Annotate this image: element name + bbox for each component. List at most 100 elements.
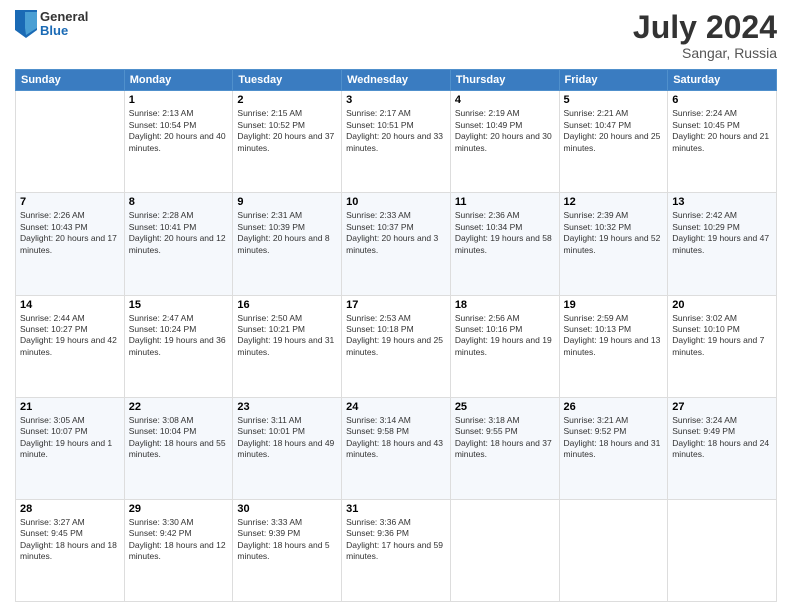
day-number: 4: [455, 94, 555, 106]
header-thursday: Thursday: [450, 70, 559, 91]
day-info: Sunrise: 3:27 AMSunset: 9:45 PMDaylight:…: [20, 517, 120, 563]
day-number: 16: [237, 299, 337, 311]
calendar-cell: 16 Sunrise: 2:50 AMSunset: 10:21 PMDaylig…: [233, 295, 342, 397]
day-info: Sunrise: 3:08 AMSunset: 10:04 PMDaylight…: [129, 415, 229, 461]
title-location: Sangar, Russia: [633, 45, 777, 61]
day-number: 9: [237, 196, 337, 208]
calendar-cell: [668, 499, 777, 601]
calendar-cell: 5 Sunrise: 2:21 AMSunset: 10:47 PMDayligh…: [559, 91, 668, 193]
day-number: 10: [346, 196, 446, 208]
day-number: 1: [129, 94, 229, 106]
day-info: Sunrise: 2:59 AMSunset: 10:13 PMDaylight…: [564, 313, 664, 359]
calendar-cell: 10 Sunrise: 2:33 AMSunset: 10:37 PMDaylig…: [342, 193, 451, 295]
day-number: 19: [564, 299, 664, 311]
calendar-page: General Blue July 2024 Sangar, Russia Su…: [0, 0, 792, 612]
calendar-cell: 19 Sunrise: 2:59 AMSunset: 10:13 PMDaylig…: [559, 295, 668, 397]
day-info: Sunrise: 3:11 AMSunset: 10:01 PMDaylight…: [237, 415, 337, 461]
day-number: 20: [672, 299, 772, 311]
header-saturday: Saturday: [668, 70, 777, 91]
calendar-cell: 9 Sunrise: 2:31 AMSunset: 10:39 PMDayligh…: [233, 193, 342, 295]
day-info: Sunrise: 2:21 AMSunset: 10:47 PMDaylight…: [564, 108, 664, 154]
day-info: Sunrise: 3:14 AMSunset: 9:58 PMDaylight:…: [346, 415, 446, 461]
day-info: Sunrise: 2:31 AMSunset: 10:39 PMDaylight…: [237, 210, 337, 256]
day-number: 27: [672, 401, 772, 413]
calendar-cell: 29Sunrise: 3:30 AMSunset: 9:42 PMDayligh…: [124, 499, 233, 601]
calendar-table: Sunday Monday Tuesday Wednesday Thursday…: [15, 69, 777, 602]
day-number: 31: [346, 503, 446, 515]
day-info: Sunrise: 2:36 AMSunset: 10:34 PMDaylight…: [455, 210, 555, 256]
day-info: Sunrise: 2:50 AMSunset: 10:21 PMDaylight…: [237, 313, 337, 359]
calendar-cell: 27 Sunrise: 3:24 AMSunset: 9:49 PMDayligh…: [668, 397, 777, 499]
day-info: Sunrise: 3:33 AMSunset: 9:39 PMDaylight:…: [237, 517, 337, 563]
calendar-cell: 31 Sunrise: 3:36 AMSunset: 9:36 PMDayligh…: [342, 499, 451, 601]
day-info: Sunrise: 2:39 AMSunset: 10:32 PMDaylight…: [564, 210, 664, 256]
calendar-cell: 23 Sunrise: 3:11 AMSunset: 10:01 PMDaylig…: [233, 397, 342, 499]
calendar-cell: 6 Sunrise: 2:24 AMSunset: 10:45 PMDayligh…: [668, 91, 777, 193]
title-block: July 2024 Sangar, Russia: [633, 10, 777, 61]
day-number: 22: [129, 401, 229, 413]
day-info: Sunrise: 2:28 AMSunset: 10:41 PMDaylight…: [129, 210, 229, 256]
day-number: 29: [129, 503, 229, 515]
day-info: Sunrise: 3:21 AMSunset: 9:52 PMDaylight:…: [564, 415, 664, 461]
calendar-cell: 12 Sunrise: 2:39 AMSunset: 10:32 PMDaylig…: [559, 193, 668, 295]
day-number: 11: [455, 196, 555, 208]
day-number: 2: [237, 94, 337, 106]
logo-blue: Blue: [40, 24, 88, 38]
calendar-cell: 2 Sunrise: 2:15 AMSunset: 10:52 PMDayligh…: [233, 91, 342, 193]
calendar-cell: 30 Sunrise: 3:33 AMSunset: 9:39 PMDayligh…: [233, 499, 342, 601]
day-number: 14: [20, 299, 120, 311]
day-number: 6: [672, 94, 772, 106]
day-info: Sunrise: 2:56 AMSunset: 10:16 PMDaylight…: [455, 313, 555, 359]
calendar-cell: 4 Sunrise: 2:19 AMSunset: 10:49 PMDayligh…: [450, 91, 559, 193]
day-info: Sunrise: 2:53 AMSunset: 10:18 PMDaylight…: [346, 313, 446, 359]
day-info: Sunrise: 3:02 AMSunset: 10:10 PMDaylight…: [672, 313, 772, 359]
calendar-cell: 21Sunrise: 3:05 AMSunset: 10:07 PMDaylig…: [16, 397, 125, 499]
week-row-4: 21Sunrise: 3:05 AMSunset: 10:07 PMDaylig…: [16, 397, 777, 499]
calendar-cell: [16, 91, 125, 193]
calendar-cell: 22 Sunrise: 3:08 AMSunset: 10:04 PMDaylig…: [124, 397, 233, 499]
day-info: Sunrise: 3:36 AMSunset: 9:36 PMDaylight:…: [346, 517, 446, 563]
day-number: 15: [129, 299, 229, 311]
day-info: Sunrise: 2:15 AMSunset: 10:52 PMDaylight…: [237, 108, 337, 154]
logo: General Blue: [15, 10, 88, 39]
calendar-cell: 8Sunrise: 2:28 AMSunset: 10:41 PMDayligh…: [124, 193, 233, 295]
header: General Blue July 2024 Sangar, Russia: [15, 10, 777, 61]
day-number: 26: [564, 401, 664, 413]
calendar-cell: 13Sunrise: 2:42 AMSunset: 10:29 PMDaylig…: [668, 193, 777, 295]
day-number: 28: [20, 503, 120, 515]
day-number: 23: [237, 401, 337, 413]
day-number: 30: [237, 503, 337, 515]
calendar-cell: 26 Sunrise: 3:21 AMSunset: 9:52 PMDayligh…: [559, 397, 668, 499]
week-row-1: 1Sunrise: 2:13 AMSunset: 10:54 PMDayligh…: [16, 91, 777, 193]
day-number: 24: [346, 401, 446, 413]
calendar-cell: 7Sunrise: 2:26 AMSunset: 10:43 PMDayligh…: [16, 193, 125, 295]
day-info: Sunrise: 2:33 AMSunset: 10:37 PMDaylight…: [346, 210, 446, 256]
day-number: 5: [564, 94, 664, 106]
day-number: 17: [346, 299, 446, 311]
calendar-cell: 15Sunrise: 2:47 AMSunset: 10:24 PMDaylig…: [124, 295, 233, 397]
day-number: 21: [20, 401, 120, 413]
day-info: Sunrise: 2:17 AMSunset: 10:51 PMDaylight…: [346, 108, 446, 154]
calendar-cell: 17 Sunrise: 2:53 AMSunset: 10:18 PMDaylig…: [342, 295, 451, 397]
calendar-cell: [559, 499, 668, 601]
day-info: Sunrise: 2:19 AMSunset: 10:49 PMDaylight…: [455, 108, 555, 154]
calendar-cell: 11 Sunrise: 2:36 AMSunset: 10:34 PMDaylig…: [450, 193, 559, 295]
calendar-cell: [450, 499, 559, 601]
calendar-cell: 25Sunrise: 3:18 AMSunset: 9:55 PMDayligh…: [450, 397, 559, 499]
calendar-cell: 24 Sunrise: 3:14 AMSunset: 9:58 PMDayligh…: [342, 397, 451, 499]
day-number: 25: [455, 401, 555, 413]
header-friday: Friday: [559, 70, 668, 91]
weekday-header-row: Sunday Monday Tuesday Wednesday Thursday…: [16, 70, 777, 91]
day-info: Sunrise: 2:24 AMSunset: 10:45 PMDaylight…: [672, 108, 772, 154]
day-info: Sunrise: 3:24 AMSunset: 9:49 PMDaylight:…: [672, 415, 772, 461]
day-number: 18: [455, 299, 555, 311]
logo-general: General: [40, 10, 88, 24]
day-info: Sunrise: 2:44 AMSunset: 10:27 PMDaylight…: [20, 313, 120, 359]
logo-icon: [15, 10, 37, 38]
day-info: Sunrise: 2:26 AMSunset: 10:43 PMDaylight…: [20, 210, 120, 256]
day-number: 12: [564, 196, 664, 208]
week-row-5: 28 Sunrise: 3:27 AMSunset: 9:45 PMDayligh…: [16, 499, 777, 601]
calendar-cell: 14 Sunrise: 2:44 AMSunset: 10:27 PMDaylig…: [16, 295, 125, 397]
calendar-cell: 20 Sunrise: 3:02 AMSunset: 10:10 PMDaylig…: [668, 295, 777, 397]
header-wednesday: Wednesday: [342, 70, 451, 91]
